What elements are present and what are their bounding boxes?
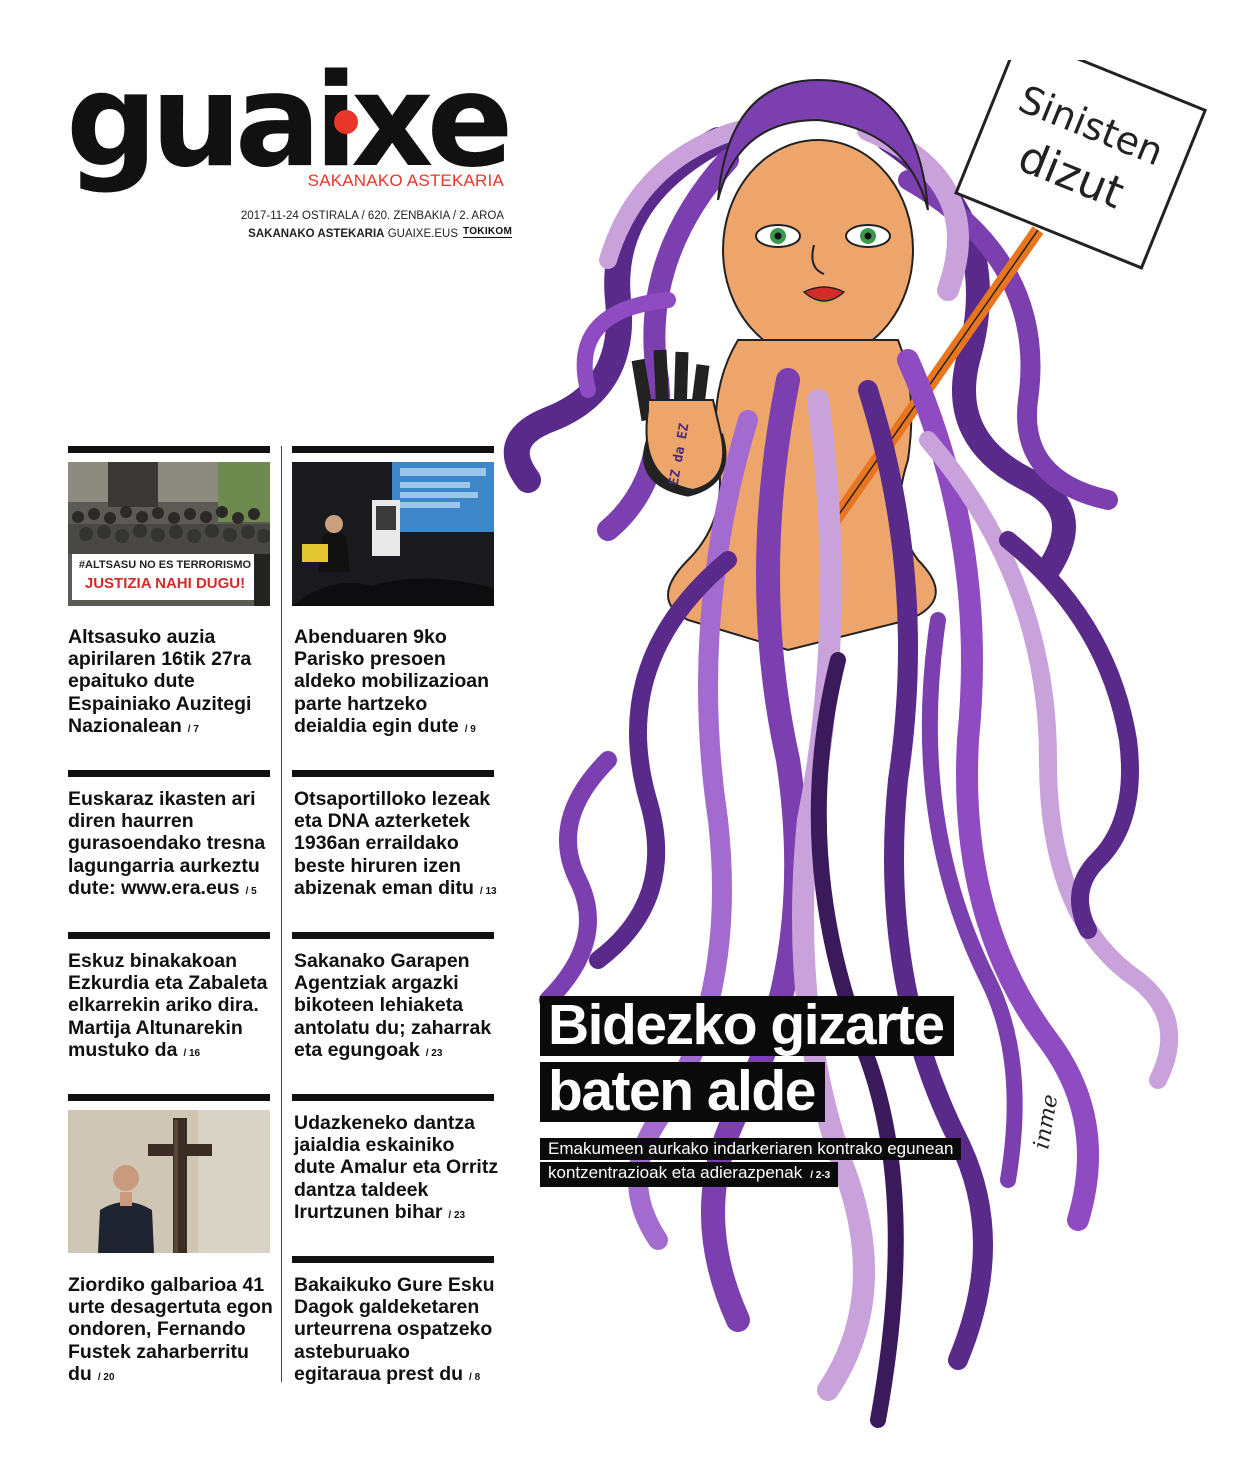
main-subhead-line-2: kontzentrazioak eta adierazpenak: [548, 1163, 803, 1182]
story-rule: [68, 770, 270, 777]
banner-text-2: JUSTIZIA NAHI DUGU!: [85, 575, 245, 592]
story-headline[interactable]: Udazkeneko dantza jaialdia eskainiko dut…: [294, 1112, 499, 1227]
ziordia-photo-image: [68, 1110, 270, 1253]
story-rule: [68, 932, 270, 939]
story-headline-text: Sakanako Garapen Agentziak argazki bikot…: [294, 950, 492, 1061]
cover-illustration: EZ da EZ Sinisten dizut inme: [488, 33, 1218, 1460]
story-headline[interactable]: Eskuz binakakoan Ezkurdia eta Zabaleta e…: [68, 950, 273, 1065]
altsasu-photo-image: #ALTSASU NO ES TERRORISMO JUSTIZIA NAHI …: [68, 462, 270, 606]
artist-signature: inme: [1029, 1092, 1063, 1151]
story-page-ref: / 23: [448, 1209, 466, 1221]
site-url[interactable]: GUAIXE.EUS: [388, 228, 458, 240]
column-divider: [281, 446, 282, 1382]
story-photo-paris[interactable]: [292, 462, 494, 606]
issue-line: 2017-11-24 OSTIRALA / 620. ZENBAKIA / 2.…: [240, 210, 504, 222]
woman-with-sign-illustration: EZ da EZ Sinisten dizut inme: [503, 33, 1208, 1428]
story-headline-text: Udazkeneko dantza jaialdia eskainiko dut…: [294, 1112, 499, 1223]
story-photo-altsasu[interactable]: #ALTSASU NO ES TERRORISMO JUSTIZIA NAHI …: [68, 462, 270, 606]
story-headline[interactable]: Sakanako Garapen Agentziak argazki bikot…: [294, 950, 499, 1065]
story-rule: [68, 446, 270, 453]
main-subhead[interactable]: Emakumeen aurkako indarkeriaren kontrako…: [540, 1138, 962, 1187]
story-headline[interactable]: Euskaraz ikasten ari diren haurren guras…: [68, 788, 273, 903]
story-rule: [68, 1094, 270, 1101]
story-headline[interactable]: Abenduaren 9ko Parisko presoen aldeko mo…: [294, 626, 499, 741]
main-headline-line-1: Bidezko gizarte: [540, 996, 954, 1056]
main-headline-line-2: baten alde: [540, 1062, 825, 1122]
story-page-ref: / 8: [469, 1371, 481, 1383]
story-rule: [292, 1256, 494, 1263]
story-rule: [292, 770, 494, 777]
story-page-ref: / 23: [425, 1047, 443, 1059]
logo-dot-icon: [334, 110, 358, 134]
story-photo-ziordia[interactable]: [68, 1110, 270, 1253]
story-headline[interactable]: Otsaportilloko lezeak eta DNA azterketek…: [294, 788, 499, 903]
main-headline[interactable]: Bidezko gizarte baten alde: [540, 996, 954, 1122]
story-headline[interactable]: Bakaikuko Gure Esku Dagok galdeketaren u…: [294, 1274, 499, 1389]
site-line: SAKANAKO ASTEKARIA GUAIXE.EUS: [240, 228, 458, 240]
story-headline-text: Altsasuko auzia apirilaren 16tik 27ra ep…: [68, 626, 252, 737]
banner-text-1: #ALTSASU NO ES TERRORISMO: [79, 559, 252, 571]
story-headline-text: Otsaportilloko lezeak eta DNA azterketek…: [294, 788, 491, 899]
story-page-ref: / 5: [245, 885, 257, 897]
paris-photo-image: [292, 462, 494, 606]
main-story-page-ref: / 2-3: [810, 1170, 831, 1181]
story-page-ref: / 20: [97, 1371, 115, 1383]
main-subhead-line-1: Emakumeen aurkako indarkeriaren kontrako…: [540, 1138, 962, 1160]
story-page-ref: / 16: [183, 1047, 201, 1059]
story-headline-text: Ziordiko galbarioa 41 urte desagertuta e…: [68, 1274, 273, 1385]
story-headline-text: Eskuz binakakoan Ezkurdia eta Zabaleta e…: [68, 950, 268, 1061]
story-headline[interactable]: Ziordiko galbarioa 41 urte desagertuta e…: [68, 1274, 273, 1389]
site-name: SAKANAKO ASTEKARIA: [248, 228, 385, 240]
story-rule: [292, 1094, 494, 1101]
story-rule: [292, 932, 494, 939]
story-page-ref: / 9: [464, 723, 476, 735]
story-headline[interactable]: Altsasuko auzia apirilaren 16tik 27ra ep…: [68, 626, 273, 741]
masthead-tagline: SAKANAKO ASTEKARIA: [307, 171, 504, 190]
story-headline-text: Bakaikuko Gure Esku Dagok galdeketaren u…: [294, 1274, 495, 1385]
story-page-ref: / 7: [187, 723, 199, 735]
story-headline-text: Euskaraz ikasten ari diren haurren guras…: [68, 788, 266, 899]
story-rule: [292, 446, 494, 453]
story-headline-text: Abenduaren 9ko Parisko presoen aldeko mo…: [294, 626, 490, 737]
